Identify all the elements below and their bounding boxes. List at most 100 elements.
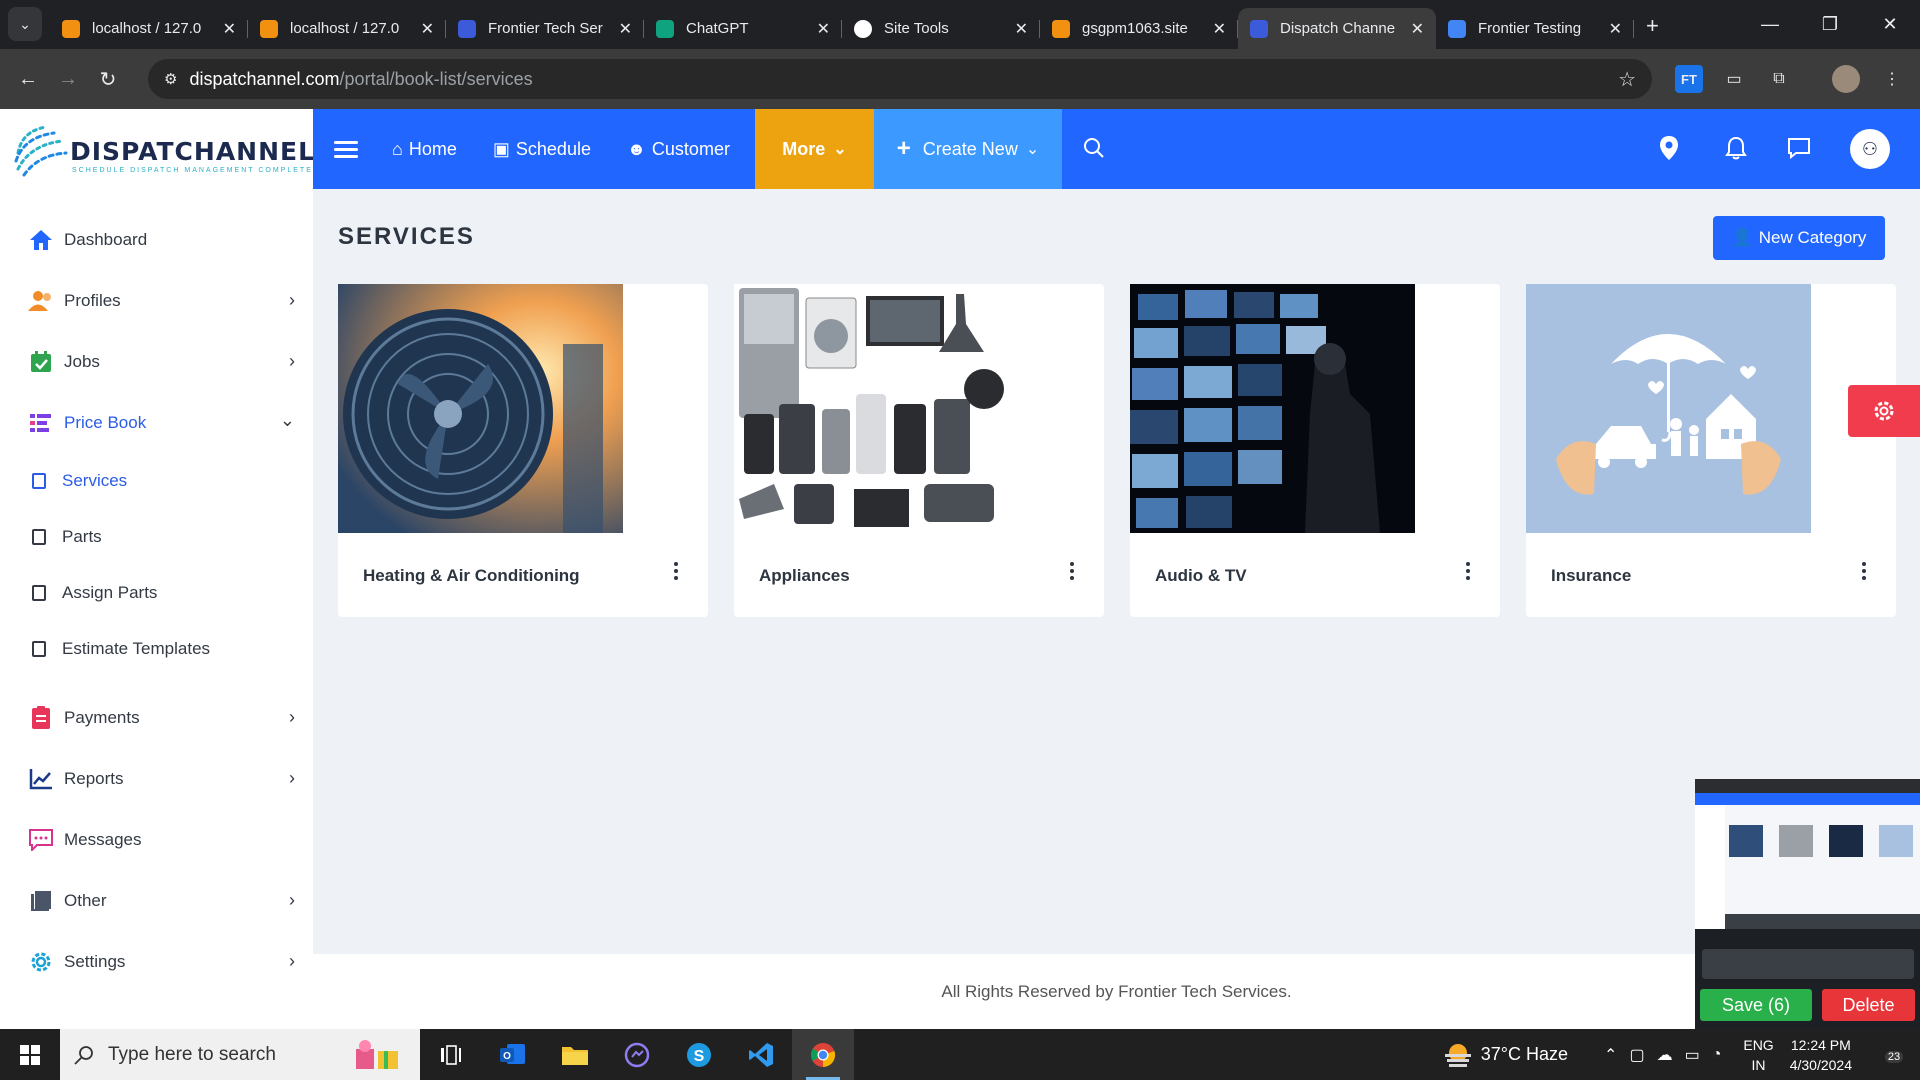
kebab-menu-icon[interactable] <box>1070 562 1074 583</box>
browser-tab[interactable]: Site Tools ✕ <box>842 8 1040 49</box>
battery-icon[interactable]: ▭ <box>1685 1045 1700 1065</box>
browser-tab[interactable]: ChatGPT ✕ <box>644 8 842 49</box>
nav-schedule[interactable]: ▣ Schedule <box>493 139 591 160</box>
skype-icon[interactable]: S <box>668 1029 730 1080</box>
theme-settings-button[interactable] <box>1848 385 1920 437</box>
close-tab-icon[interactable]: ✕ <box>1015 19 1028 39</box>
taskbar-search-box[interactable]: Type here to search <box>60 1029 420 1080</box>
category-card[interactable]: Heating & Air Conditioning <box>338 284 708 617</box>
sidebar-item-label: Messages <box>64 829 142 849</box>
reload-icon[interactable]: ↻ <box>88 67 128 92</box>
extension-icon[interactable]: FT <box>1675 65 1703 93</box>
sidebar-item-settings[interactable]: Settings › <box>0 931 313 992</box>
browser-tab[interactable]: Frontier Testing ✕ <box>1436 8 1634 49</box>
sidebar-item-price-book[interactable]: Price Book ⌄ <box>0 392 313 453</box>
close-tab-icon[interactable]: ✕ <box>1213 19 1226 39</box>
nav-home[interactable]: ⌂ Home <box>392 139 457 160</box>
screenshot-capture-panel: Save (6) Delete <box>1695 779 1920 1029</box>
sidebar-item-label: Profiles <box>64 290 121 310</box>
site-info-icon[interactable]: ⚙ <box>164 70 177 88</box>
windows-start-icon[interactable] <box>0 1029 60 1080</box>
search-icon[interactable] <box>1083 137 1105 159</box>
sidebar-subitem-assign-parts[interactable]: Assign Parts <box>0 565 313 621</box>
gear-icon <box>28 949 54 975</box>
sidebar-item-reports[interactable]: Reports › <box>0 748 313 809</box>
docs-favicon-icon <box>1448 19 1466 38</box>
restore-icon[interactable]: ❐ <box>1800 0 1860 49</box>
capture-name-input[interactable] <box>1702 949 1914 979</box>
nav-customer[interactable]: ☻ Customer <box>627 139 730 160</box>
browser-tab[interactable]: localhost / 127.0 ✕ <box>248 8 446 49</box>
onedrive-cloud-icon[interactable]: ☁ <box>1657 1045 1673 1065</box>
sidebar-subitem-parts[interactable]: Parts <box>0 509 313 565</box>
vscode-icon[interactable] <box>730 1029 792 1080</box>
close-tab-icon[interactable]: ✕ <box>1411 19 1424 39</box>
kebab-menu-icon[interactable] <box>1862 562 1866 583</box>
category-card[interactable]: Insurance <box>1526 284 1896 617</box>
browser-tab[interactable]: gsgpm1063.site ✕ <box>1040 8 1238 49</box>
close-tab-icon[interactable]: ✕ <box>421 19 434 39</box>
sidebar-item-dashboard[interactable]: Dashboard <box>0 209 313 270</box>
new-tab-button[interactable]: + <box>1646 13 1659 39</box>
address-bar[interactable]: ⚙ dispatchannel.com/portal/book-list/ser… <box>148 59 1652 99</box>
hamburger-menu-icon[interactable] <box>334 137 358 162</box>
sidebar-item-payments[interactable]: Payments › <box>0 687 313 748</box>
back-icon[interactable]: ← <box>8 68 48 91</box>
category-card[interactable]: Appliances <box>734 284 1104 617</box>
close-tab-icon[interactable]: ✕ <box>619 19 632 39</box>
kebab-menu-icon[interactable] <box>674 562 678 583</box>
sidebar-item-jobs[interactable]: Jobs › <box>0 331 313 392</box>
sidebar-subitem-estimate-templates[interactable]: Estimate Templates <box>0 621 313 677</box>
profile-avatar[interactable] <box>1832 65 1860 93</box>
messenger-icon[interactable] <box>606 1029 668 1080</box>
sidebar-item-messages[interactable]: Messages <box>0 809 313 870</box>
kebab-menu-icon[interactable] <box>1466 562 1470 583</box>
sidebar-subitem-services[interactable]: Services <box>0 453 313 509</box>
new-category-button[interactable]: 👤 New Category <box>1713 216 1885 260</box>
extensions-puzzle-icon[interactable]: ⧉ <box>1765 65 1793 93</box>
chat-icon[interactable] <box>1784 133 1814 163</box>
create-new-dropdown[interactable]: + Create New ⌄ <box>874 109 1062 189</box>
line-chart-icon <box>28 766 54 792</box>
sidebar-item-other[interactable]: Other › <box>0 870 313 931</box>
file-explorer-icon[interactable] <box>544 1029 606 1080</box>
forward-icon[interactable]: → <box>48 68 88 91</box>
wifi-icon[interactable]: ◔ <box>1712 1046 1722 1064</box>
delete-capture-button[interactable]: Delete <box>1822 989 1915 1021</box>
close-tab-icon[interactable]: ✕ <box>817 19 830 39</box>
nav-more-dropdown[interactable]: More ⌄ <box>755 109 874 189</box>
receipt-icon <box>28 705 54 731</box>
browser-tab-active[interactable]: Dispatch Channe ✕ <box>1238 8 1436 49</box>
meet-now-icon[interactable]: ▢ <box>1629 1045 1644 1065</box>
close-window-icon[interactable]: ✕ <box>1860 0 1920 49</box>
bookmark-star-icon[interactable]: ☆ <box>1618 67 1636 92</box>
chrome-icon[interactable] <box>792 1029 854 1080</box>
browser-menu-icon[interactable]: ⋮ <box>1878 65 1906 93</box>
outlook-icon[interactable]: O <box>482 1029 544 1080</box>
minimize-icon[interactable]: — <box>1740 0 1800 49</box>
brand-logo[interactable]: DISPATCHANNEL SCHEDULE DISPATCH MANAGEME… <box>12 123 315 179</box>
user-avatar[interactable]: ⚇ <box>1850 129 1890 169</box>
category-card[interactable]: Audio & TV <box>1130 284 1500 617</box>
windows-taskbar: Type here to search O S 37°C Haze ⌃ ▢ ☁ … <box>0 1029 1920 1080</box>
wallet-icon[interactable]: ▭ <box>1720 65 1748 93</box>
bell-icon[interactable] <box>1721 133 1751 163</box>
chevron-up-icon[interactable]: ⌃ <box>1604 1045 1617 1065</box>
close-tab-icon[interactable]: ✕ <box>1609 19 1622 39</box>
task-view-icon[interactable] <box>420 1029 482 1080</box>
save-capture-button[interactable]: Save (6) <box>1700 989 1812 1021</box>
browser-tab[interactable]: Frontier Tech Ser ✕ <box>446 8 644 49</box>
taskbar-clock[interactable]: 12:24 PM 4/30/2024 <box>1790 1035 1852 1075</box>
map-pin-icon[interactable] <box>1654 133 1684 163</box>
weather-widget[interactable]: 37°C Haze <box>1443 1042 1568 1068</box>
browser-tab[interactable]: localhost / 127.0 ✕ <box>50 8 248 49</box>
add-user-icon: 👤 <box>1731 228 1753 247</box>
chatgpt-favicon-icon <box>656 19 674 38</box>
close-tab-icon[interactable]: ✕ <box>223 19 236 39</box>
language-indicator[interactable]: ENG IN <box>1743 1035 1773 1075</box>
notification-center-icon[interactable]: 23 <box>1874 1044 1914 1065</box>
tab-search-button[interactable]: ⌄ <box>8 7 42 41</box>
estimate-templates-icon <box>32 641 46 657</box>
gear-icon <box>1874 401 1894 421</box>
sidebar-item-profiles[interactable]: Profiles › <box>0 270 313 331</box>
